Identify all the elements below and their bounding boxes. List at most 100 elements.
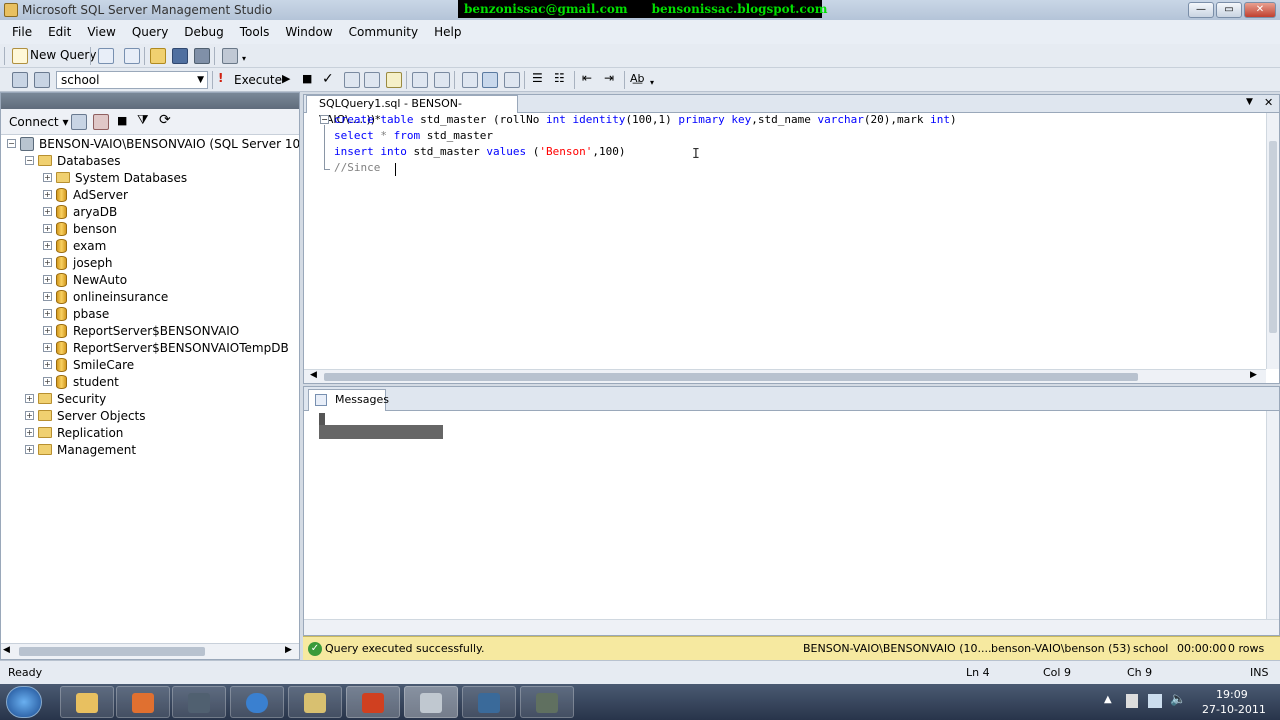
save-icon[interactable] <box>172 48 188 64</box>
expand-icon[interactable]: + <box>43 258 52 267</box>
taskbar-ssms[interactable] <box>404 686 458 718</box>
display-plan-icon[interactable] <box>344 72 360 88</box>
tray-expand-icon[interactable]: ▲ <box>1104 694 1112 705</box>
filter-icon[interactable]: ⧩ <box>137 113 149 128</box>
close-tab-icon[interactable]: ✕ <box>1264 96 1273 109</box>
menu-view[interactable]: View <box>87 25 115 39</box>
scroll-thumb[interactable] <box>324 373 1138 381</box>
editor-vscrollbar[interactable] <box>1266 113 1279 369</box>
scroll-thumb[interactable] <box>1269 141 1277 333</box>
query-designer-icon[interactable] <box>364 72 380 88</box>
clock-date[interactable]: 27-10-2011 <box>1202 703 1266 716</box>
parse-check-icon[interactable]: ✓ <box>322 71 334 87</box>
activity-monitor-icon[interactable] <box>222 48 238 64</box>
connect-dropdown[interactable]: Connect ▾ <box>9 115 68 129</box>
expand-icon[interactable]: + <box>43 224 52 233</box>
stop-icon[interactable]: ■ <box>117 114 127 127</box>
code-editor[interactable]: create table std_master (rollNo int iden… <box>304 113 1266 369</box>
disconnect-icon[interactable] <box>93 114 109 130</box>
tree-node-database[interactable]: + NewAuto <box>43 271 127 288</box>
tree-node-database[interactable]: + student <box>43 373 119 390</box>
tree-node-security[interactable]: + Security <box>25 390 106 407</box>
tree-node-database[interactable]: + pbase <box>43 305 109 322</box>
network-icon[interactable] <box>1126 694 1138 708</box>
results-to-grid-icon[interactable] <box>482 72 498 88</box>
start-button[interactable] <box>6 686 42 718</box>
object-explorer-hscrollbar[interactable]: ◀ ▶ <box>1 643 299 659</box>
scroll-left-icon[interactable]: ◀ <box>3 645 10 655</box>
collapse-icon[interactable]: − <box>25 156 34 165</box>
expand-icon[interactable]: + <box>25 445 34 454</box>
power-icon[interactable] <box>1148 694 1162 708</box>
connect-icon[interactable] <box>12 72 28 88</box>
execute-button[interactable]: Execute <box>234 73 282 87</box>
refresh-icon[interactable]: ⟳ <box>159 112 171 128</box>
expand-icon[interactable]: + <box>43 173 52 182</box>
tree-node-server[interactable]: − BENSON-VAIO\BENSONVAIO (SQL Server 10.0… <box>7 135 299 152</box>
expand-icon[interactable]: + <box>43 292 52 301</box>
close-button[interactable]: ✕ <box>1244 2 1276 18</box>
save-all-icon[interactable] <box>194 48 210 64</box>
taskbar-explorer[interactable] <box>60 686 114 718</box>
expand-icon[interactable]: + <box>43 326 52 335</box>
uncomment-lines-icon[interactable]: ☷ <box>554 71 565 85</box>
toolbar-overflow-icon[interactable]: ▾ <box>242 54 246 63</box>
taskbar-app3[interactable] <box>520 686 574 718</box>
taskbar-app2[interactable] <box>462 686 516 718</box>
tree-node-management[interactable]: + Management <box>25 441 136 458</box>
scroll-right-icon[interactable]: ▶ <box>1250 370 1257 380</box>
comment-lines-icon[interactable]: ☰ <box>532 71 543 85</box>
messages-vscrollbar[interactable] <box>1266 411 1279 619</box>
tab-sqlquery1[interactable]: SQLQuery1.sql - BENSON-VAIO\.....))* <box>306 95 518 126</box>
menu-query[interactable]: Query <box>132 25 168 39</box>
intellisense-icon[interactable] <box>386 72 402 88</box>
new-query-button[interactable]: New Query <box>30 48 96 62</box>
scroll-thumb[interactable] <box>19 647 205 656</box>
debug-play-icon[interactable]: ▶ <box>282 72 290 85</box>
results-to-file-icon[interactable] <box>504 72 520 88</box>
taskbar-ie[interactable] <box>230 686 284 718</box>
available-databases-select[interactable]: school ▼ <box>56 71 208 89</box>
tab-messages[interactable]: Messages <box>308 389 389 411</box>
tree-node-database[interactable]: + ReportServer$BENSONVAIO <box>43 322 239 339</box>
tree-node-database[interactable]: + benson <box>43 220 117 237</box>
taskbar-notes[interactable] <box>288 686 342 718</box>
specify-values-icon[interactable]: A͟b <box>630 72 645 85</box>
messages-hscrollbar[interactable] <box>304 619 1279 635</box>
taskbar-powerpoint[interactable] <box>346 686 400 718</box>
expand-icon[interactable]: + <box>25 428 34 437</box>
tree-node-database[interactable]: + SmileCare <box>43 356 134 373</box>
menu-help[interactable]: Help <box>434 25 461 39</box>
tree-node-database[interactable]: + exam <box>43 237 106 254</box>
taskbar-media[interactable] <box>116 686 170 718</box>
results-to-text-icon[interactable] <box>462 72 478 88</box>
expand-icon[interactable]: + <box>43 190 52 199</box>
stop-icon[interactable]: ■ <box>302 72 312 85</box>
increase-indent-icon[interactable]: ⇥ <box>604 71 614 85</box>
taskbar-app[interactable] <box>172 686 226 718</box>
expand-icon[interactable]: + <box>43 207 52 216</box>
tab-list-icon[interactable]: ▼ <box>1246 97 1253 107</box>
client-statistics-icon[interactable] <box>434 72 450 88</box>
tree-node-database[interactable]: + onlineinsurance <box>43 288 168 305</box>
new-file-icon[interactable] <box>124 48 140 64</box>
maximize-button[interactable]: ▭ <box>1216 2 1242 18</box>
expand-icon[interactable]: + <box>43 377 52 386</box>
tree-node-replication[interactable]: + Replication <box>25 424 123 441</box>
minimize-button[interactable]: — <box>1188 2 1214 18</box>
menu-tools[interactable]: Tools <box>240 25 270 39</box>
clock-time[interactable]: 19:09 <box>1216 688 1248 701</box>
scroll-left-icon[interactable]: ◀ <box>310 370 317 380</box>
menu-window[interactable]: Window <box>285 25 332 39</box>
toolbar2-overflow-icon[interactable]: ▾ <box>650 78 654 87</box>
collapse-icon[interactable]: − <box>7 139 16 148</box>
open-file-icon[interactable] <box>150 48 166 64</box>
change-connection-icon[interactable] <box>34 72 50 88</box>
expand-icon[interactable]: + <box>43 343 52 352</box>
tree-node-server-objects[interactable]: + Server Objects <box>25 407 146 424</box>
volume-icon[interactable]: 🔈 <box>1170 692 1186 707</box>
menu-file[interactable]: File <box>12 25 32 39</box>
expand-icon[interactable]: + <box>43 309 52 318</box>
include-plan-icon[interactable] <box>412 72 428 88</box>
tree-node-database[interactable]: + aryaDB <box>43 203 117 220</box>
